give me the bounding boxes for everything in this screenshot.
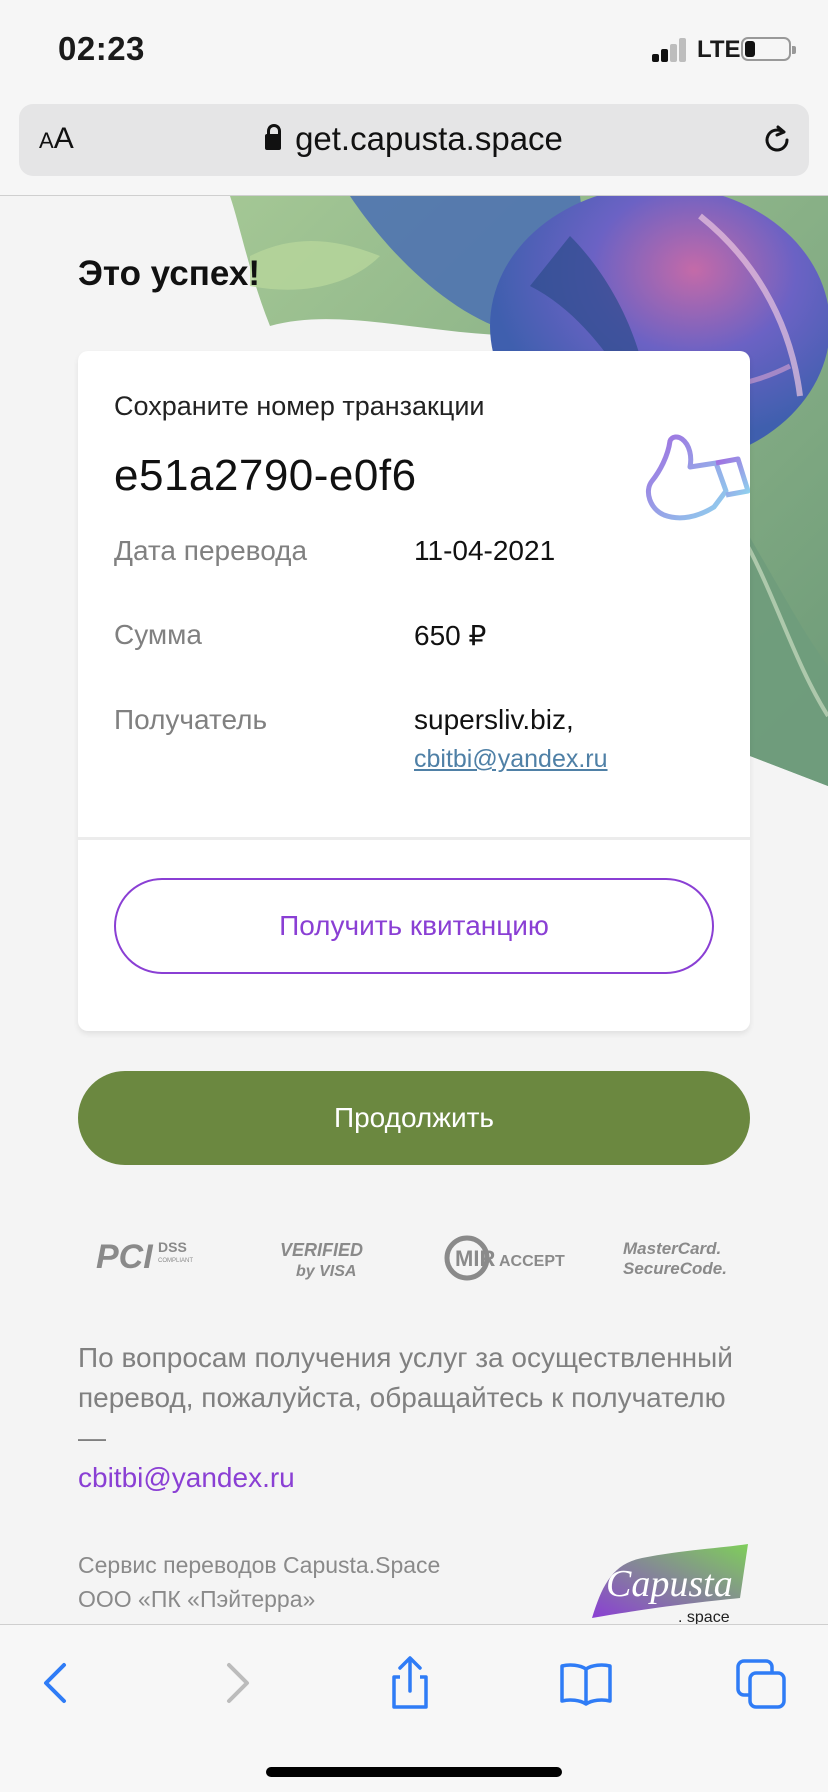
forward-icon[interactable]	[207, 1655, 263, 1711]
status-bar: 02:23 LTE	[0, 0, 828, 100]
address-bar[interactable]: AA get.capusta.space	[19, 104, 809, 176]
svg-text:VERIFIED: VERIFIED	[280, 1240, 363, 1260]
svg-text:DSS: DSS	[158, 1239, 187, 1255]
sum-value: 650 ₽	[414, 620, 487, 651]
help-text: По вопросам получения услуг за осуществл…	[78, 1338, 738, 1498]
transaction-id: e51a2790-e0f6	[114, 451, 417, 500]
date-label: Дата перевода	[114, 535, 308, 566]
svg-text:COMPLIANT: COMPLIANT	[158, 1258, 193, 1264]
status-time: 02:23	[58, 30, 145, 67]
browser-address-area: AA get.capusta.space	[0, 100, 828, 196]
capusta-logo[interactable]: Capusta . space	[582, 1536, 752, 1624]
help-text-body: По вопросам получения услуг за осуществл…	[78, 1342, 733, 1453]
mir-accept-logo: MIR ACCEPT	[444, 1235, 565, 1281]
continue-button[interactable]: Продолжить	[78, 1071, 750, 1165]
sum-label: Сумма	[114, 619, 202, 650]
help-email-link[interactable]: cbitbi@yandex.ru	[78, 1458, 738, 1498]
page-title: Это успех!	[78, 254, 261, 293]
footer-company-name: ООО «ПК «Пэйтерра»	[78, 1586, 316, 1612]
svg-text:by VISA: by VISA	[296, 1263, 356, 1280]
verified-by-visa-logo: VERIFIED by VISA	[280, 1240, 363, 1280]
svg-text:Capusta: Capusta	[606, 1563, 733, 1605]
save-transaction-label: Сохраните номер транзакции	[114, 391, 485, 421]
back-icon[interactable]	[30, 1655, 86, 1711]
thumbs-up-icon	[646, 434, 750, 521]
svg-text:PCI: PCI	[96, 1238, 154, 1276]
pci-dss-logo: PCI DSS COMPLIANT	[96, 1238, 193, 1276]
battery-icon	[741, 37, 796, 61]
footer-service-name: Сервис переводов Capusta.Space	[78, 1552, 441, 1578]
signal-strength-icon	[652, 38, 688, 62]
url-text: get.capusta.space	[295, 120, 563, 157]
svg-text:MIR: MIR	[455, 1246, 495, 1271]
recipient-label: Получатель	[114, 704, 268, 735]
card-divider	[78, 837, 750, 840]
svg-text:. space: . space	[678, 1609, 730, 1624]
home-indicator	[266, 1767, 562, 1777]
recipient-name: supersliv.biz,	[414, 704, 574, 735]
share-icon[interactable]	[382, 1655, 438, 1711]
svg-text:MasterCard.: MasterCard.	[623, 1239, 721, 1258]
url-display[interactable]: get.capusta.space	[19, 120, 809, 158]
date-value: 11-04-2021	[414, 535, 556, 566]
mastercard-securecode-logo: MasterCard. SecureCode.	[623, 1239, 727, 1278]
bookmarks-icon[interactable]	[558, 1655, 614, 1711]
browser-toolbar	[0, 1624, 828, 1792]
page-content: Это успех! Сохраните номер транзакции e5…	[0, 196, 828, 1624]
get-receipt-button[interactable]: Получить квитанцию	[114, 878, 714, 974]
security-logos: PCI DSS COMPLIANT VERIFIED by VISA MIR A…	[78, 1220, 750, 1290]
recipient-email-link[interactable]: cbitbi@yandex.ru	[414, 745, 608, 774]
svg-text:SecureCode.: SecureCode.	[623, 1259, 727, 1278]
svg-text:ACCEPT: ACCEPT	[499, 1253, 565, 1270]
footer-service-info: Сервис переводов Capusta.Space ООО «ПК «…	[78, 1548, 440, 1616]
tabs-icon[interactable]	[734, 1655, 790, 1711]
network-type: LTE	[697, 36, 741, 63]
transaction-card: Сохраните номер транзакции e51a2790-e0f6…	[78, 351, 750, 1031]
reload-icon[interactable]	[759, 122, 795, 158]
lock-icon	[265, 124, 282, 150]
